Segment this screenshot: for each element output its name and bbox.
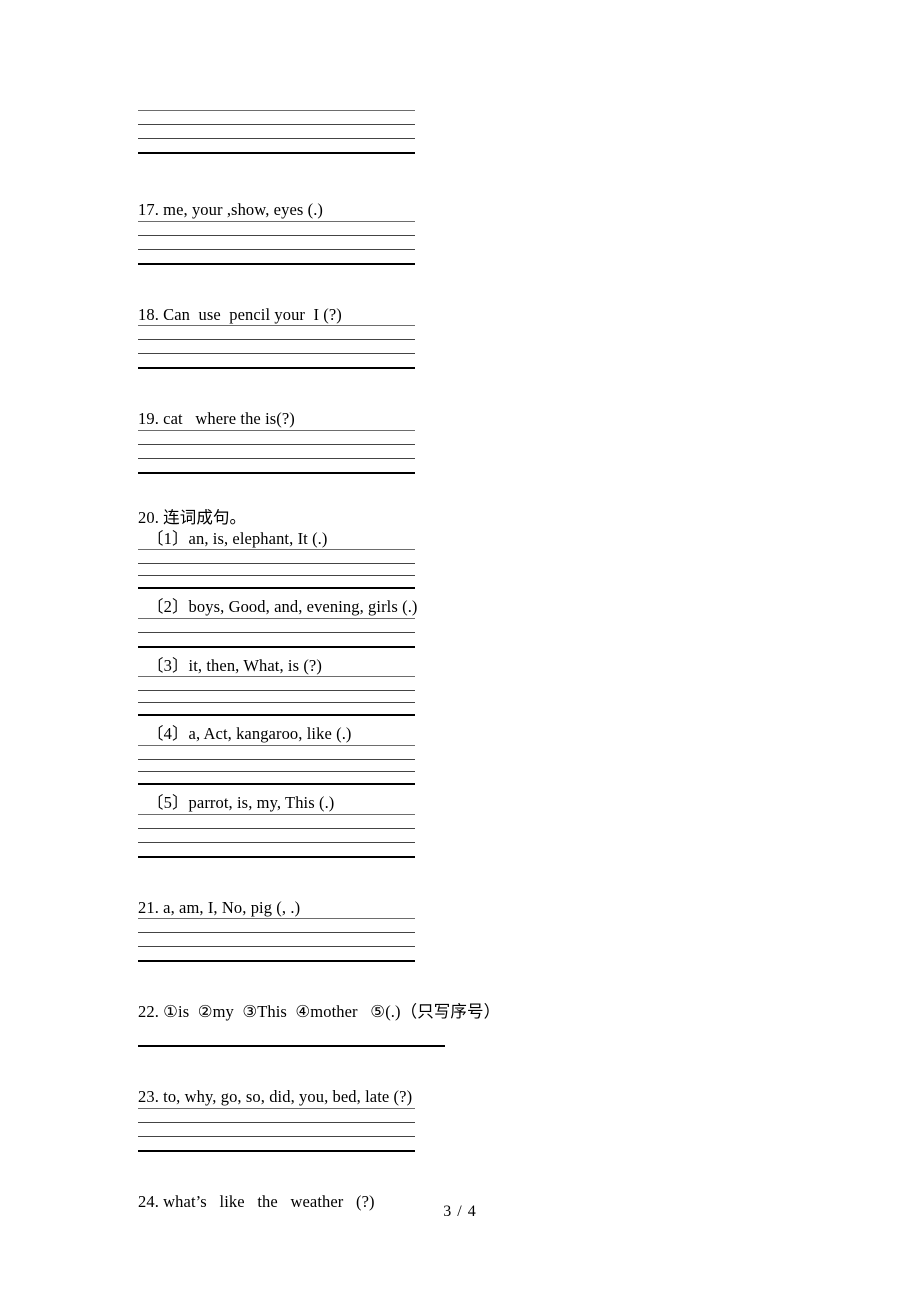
answer-lines-20-3[interactable]: [138, 676, 415, 717]
answer-lines-20-2[interactable]: [138, 617, 415, 648]
question-20-sub-5: 〔5〕parrot, is, my, This (.): [147, 793, 335, 812]
question-20-sub-2: 〔2〕boys, Good, and, evening, girls (.): [147, 597, 418, 617]
answer-lines-17[interactable]: [138, 220, 415, 265]
question-20-sub-4: 〔4〕a, Act, kangaroo, like (.): [147, 724, 352, 744]
question-18: 18. Can use pencil your I (?): [138, 304, 342, 324]
answer-lines-20-4[interactable]: [138, 745, 415, 785]
answer-lines-18[interactable]: [138, 325, 415, 370]
question-23: 23. to, why, go, so, did, you, bed, late…: [138, 1086, 413, 1106]
answer-lines-21[interactable]: [138, 918, 415, 963]
worksheet-page: 17. me, your ,show, eyes (.) 18. Can use…: [0, 0, 920, 1302]
top-spacer: [138, 0, 778, 110]
question-21: 21. a, am, I, No, pig (, .): [138, 897, 301, 917]
answer-lines-carryover[interactable]: [138, 110, 415, 154]
answer-lines-20-5[interactable]: [138, 813, 415, 858]
answer-lines-19[interactable]: [138, 429, 415, 474]
answer-lines-20-1[interactable]: [138, 549, 415, 590]
question-20-sub-1: 〔1〕an, is, elephant, It (.): [147, 528, 328, 548]
question-20: 20. 连词成句。: [138, 507, 247, 527]
question-22: 22. ①is ②my ③This ④mother ⑤(.)（只写序号）: [138, 1002, 501, 1022]
question-17: 17. me, your ,show, eyes (.): [138, 200, 324, 219]
question-19: 19. cat where the is(?): [138, 409, 295, 429]
worksheet-content: 17. me, your ,show, eyes (.) 18. Can use…: [138, 0, 778, 1212]
answer-lines-23[interactable]: [138, 1107, 415, 1152]
page-number: 3 / 4: [443, 1203, 477, 1220]
question-20-sub-3: 〔3〕it, then, What, is (?): [147, 655, 322, 675]
